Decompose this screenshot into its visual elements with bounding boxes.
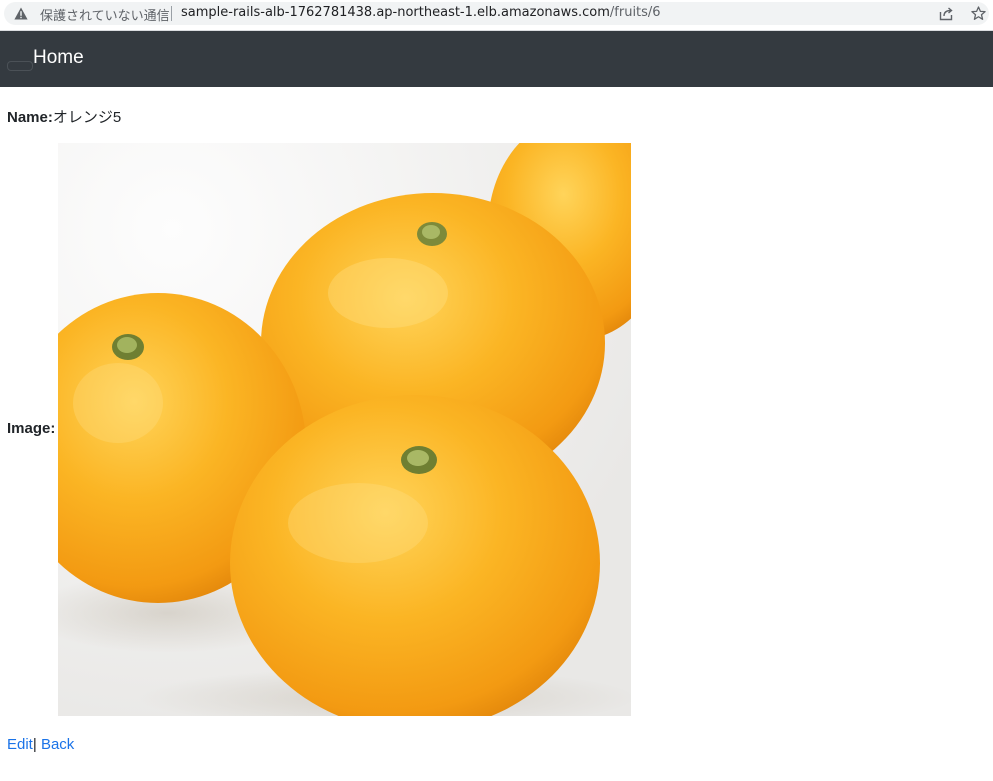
url-text[interactable]: sample-rails-alb-1762781438.ap-northeast… xyxy=(181,5,661,20)
edit-link[interactable]: Edit xyxy=(7,736,33,753)
link-separator: | xyxy=(32,736,37,753)
url-path: /fruits/6 xyxy=(609,5,661,20)
name-value: オレンジ5 xyxy=(52,109,122,126)
browser-address-bar: 保護されていない通信 sample-rails-alb-1762781438.a… xyxy=(0,0,993,30)
share-icon[interactable] xyxy=(938,6,954,22)
omnibox-divider xyxy=(171,6,172,21)
security-status-label[interactable]: 保護されていない通信 xyxy=(40,5,170,24)
bookmark-star-icon[interactable] xyxy=(970,5,987,22)
home-link[interactable]: Home xyxy=(33,47,84,69)
image-label: Image: xyxy=(7,420,56,437)
omnibox[interactable]: 保護されていない通信 sample-rails-alb-1762781438.a… xyxy=(4,2,989,25)
navbar: Home xyxy=(0,31,993,87)
navbar-toggler-button[interactable] xyxy=(7,61,33,71)
back-link[interactable]: Back xyxy=(41,736,74,753)
name-label: Name: xyxy=(7,109,53,126)
fruit-name-row: Name:オレンジ5 xyxy=(7,106,121,127)
action-links: Edit| Back xyxy=(7,736,74,753)
warning-icon[interactable] xyxy=(14,7,28,20)
fruit-image xyxy=(58,143,631,716)
url-host: sample-rails-alb-1762781438.ap-northeast… xyxy=(181,5,610,20)
